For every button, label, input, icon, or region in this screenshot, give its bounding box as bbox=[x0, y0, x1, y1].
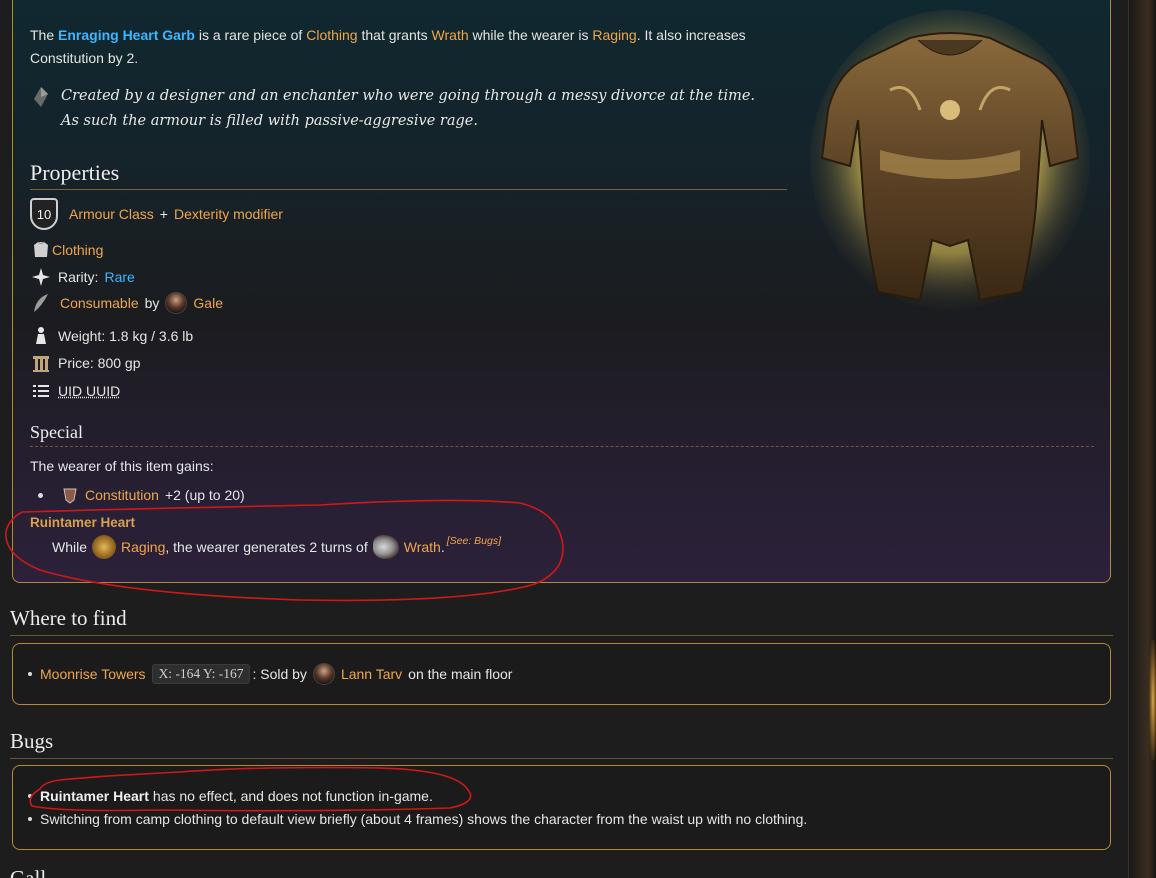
armour-class-link[interactable]: Armour Class bbox=[69, 206, 154, 222]
quote-text: Created by a designer and an enchanter w… bbox=[61, 88, 756, 129]
bullet bbox=[38, 492, 43, 498]
price-text: Price: 800 gp bbox=[58, 355, 141, 371]
gale-link[interactable]: Gale bbox=[193, 295, 223, 311]
item-name-link[interactable]: Enraging Heart Garb bbox=[58, 27, 195, 43]
bugs-box bbox=[12, 765, 1111, 850]
intro-text: The bbox=[30, 27, 55, 43]
raging-link[interactable]: Raging bbox=[592, 27, 636, 43]
moonrise-towers-link[interactable]: Moonrise Towers bbox=[40, 666, 146, 682]
bug-2-text: Switching from camp clothing to default … bbox=[40, 811, 808, 827]
bug-item-1: Ruintamer Heart has no effect, and does … bbox=[28, 788, 433, 804]
raging-icon bbox=[92, 535, 117, 559]
raging-link[interactable]: Raging bbox=[121, 539, 165, 555]
gale-avatar bbox=[165, 292, 188, 314]
coordinates-badge[interactable]: X: -164 Y: -167 bbox=[151, 664, 251, 684]
rt-text: . bbox=[440, 539, 445, 555]
weight-icon bbox=[36, 327, 46, 344]
weight-row: Weight: 1.8 kg / 3.6 lb bbox=[30, 325, 193, 347]
constitution-bonus: +2 (up to 20) bbox=[164, 487, 245, 503]
lann-tarv-link[interactable]: Lann Tarv bbox=[341, 666, 402, 682]
bullet bbox=[28, 672, 32, 676]
constitution-list-item: Constitution +2 (up to 20) bbox=[38, 486, 245, 504]
uid-row: UID UUID bbox=[30, 380, 120, 402]
location-list-item: Moonrise Towers X: -164 Y: -167 : Sold b… bbox=[28, 663, 513, 685]
rarity-label: Rarity: bbox=[58, 269, 99, 285]
quote-icon bbox=[34, 87, 48, 107]
coins-icon bbox=[33, 356, 49, 372]
intro-text: is a rare piece of bbox=[198, 27, 303, 43]
sold-by-text: : Sold by bbox=[252, 666, 307, 682]
bug-1-text: has no effect, and does not function in-… bbox=[152, 788, 433, 804]
rt-text: While bbox=[52, 539, 88, 555]
wrath-icon bbox=[372, 535, 399, 559]
sparkle-icon bbox=[32, 268, 50, 286]
special-subtitle: The wearer of this item gains: bbox=[30, 458, 214, 474]
next-heading-partial: Gall bbox=[10, 866, 47, 878]
floor-text: on the main floor bbox=[408, 666, 513, 682]
item-intro: The Enraging Heart Garb is a rare piece … bbox=[30, 24, 780, 70]
lann-tarv-avatar bbox=[312, 663, 335, 685]
special-heading: Special bbox=[30, 422, 1094, 447]
price-row: Price: 800 gp bbox=[30, 352, 141, 374]
bug-1-bold: Ruintamer Heart bbox=[40, 788, 149, 804]
right-edge-strip bbox=[1128, 0, 1156, 878]
bullet bbox=[28, 817, 32, 821]
armour-class-row: 10 Armour Class + Dexterity modifier bbox=[30, 198, 283, 230]
weight-text: Weight: 1.8 kg / 3.6 lb bbox=[58, 328, 194, 344]
rt-text: , the wearer generates 2 turns of bbox=[165, 539, 368, 555]
intro-text: that grants bbox=[361, 27, 428, 43]
shield-icon: 10 bbox=[30, 198, 58, 230]
consumable-link[interactable]: Consumable bbox=[60, 295, 139, 311]
list-icon bbox=[33, 385, 49, 397]
wrath-link[interactable]: Wrath bbox=[432, 27, 469, 43]
constitution-icon bbox=[63, 488, 77, 504]
by-text: by bbox=[144, 295, 160, 311]
plus-text: + bbox=[159, 206, 168, 222]
uid-link[interactable]: UID UUID bbox=[58, 383, 120, 399]
clothing-icon bbox=[34, 241, 48, 257]
consumable-row: Consumable by Gale bbox=[30, 292, 223, 314]
item-quote: Created by a designer and an enchanter w… bbox=[32, 84, 772, 134]
where-to-find-heading: Where to find bbox=[10, 606, 1113, 636]
armor-image bbox=[810, 10, 1090, 310]
ruintamer-heart-title: Ruintamer Heart bbox=[30, 515, 136, 530]
feather-icon bbox=[34, 294, 48, 312]
intro-text: while the wearer is bbox=[472, 27, 589, 43]
bullet bbox=[28, 794, 32, 798]
properties-heading: Properties bbox=[30, 160, 787, 190]
type-row: Clothing bbox=[30, 239, 103, 261]
rarity-row: Rarity: Rare bbox=[30, 266, 135, 288]
clothing-link[interactable]: Clothing bbox=[306, 27, 357, 43]
rarity-link[interactable]: Rare bbox=[104, 269, 134, 285]
clothing-type-link[interactable]: Clothing bbox=[52, 242, 103, 258]
right-edge-glow bbox=[1149, 640, 1156, 760]
ruintamer-heart-description: While Raging, the wearer generates 2 tur… bbox=[52, 535, 501, 559]
see-bugs-link[interactable]: [See: Bugs] bbox=[447, 535, 501, 547]
bug-item-2: Switching from camp clothing to default … bbox=[28, 811, 808, 827]
constitution-link[interactable]: Constitution bbox=[85, 487, 159, 503]
dexterity-modifier-link[interactable]: Dexterity modifier bbox=[174, 206, 283, 222]
wrath-link[interactable]: Wrath bbox=[404, 539, 441, 555]
bugs-heading: Bugs bbox=[10, 729, 1113, 759]
